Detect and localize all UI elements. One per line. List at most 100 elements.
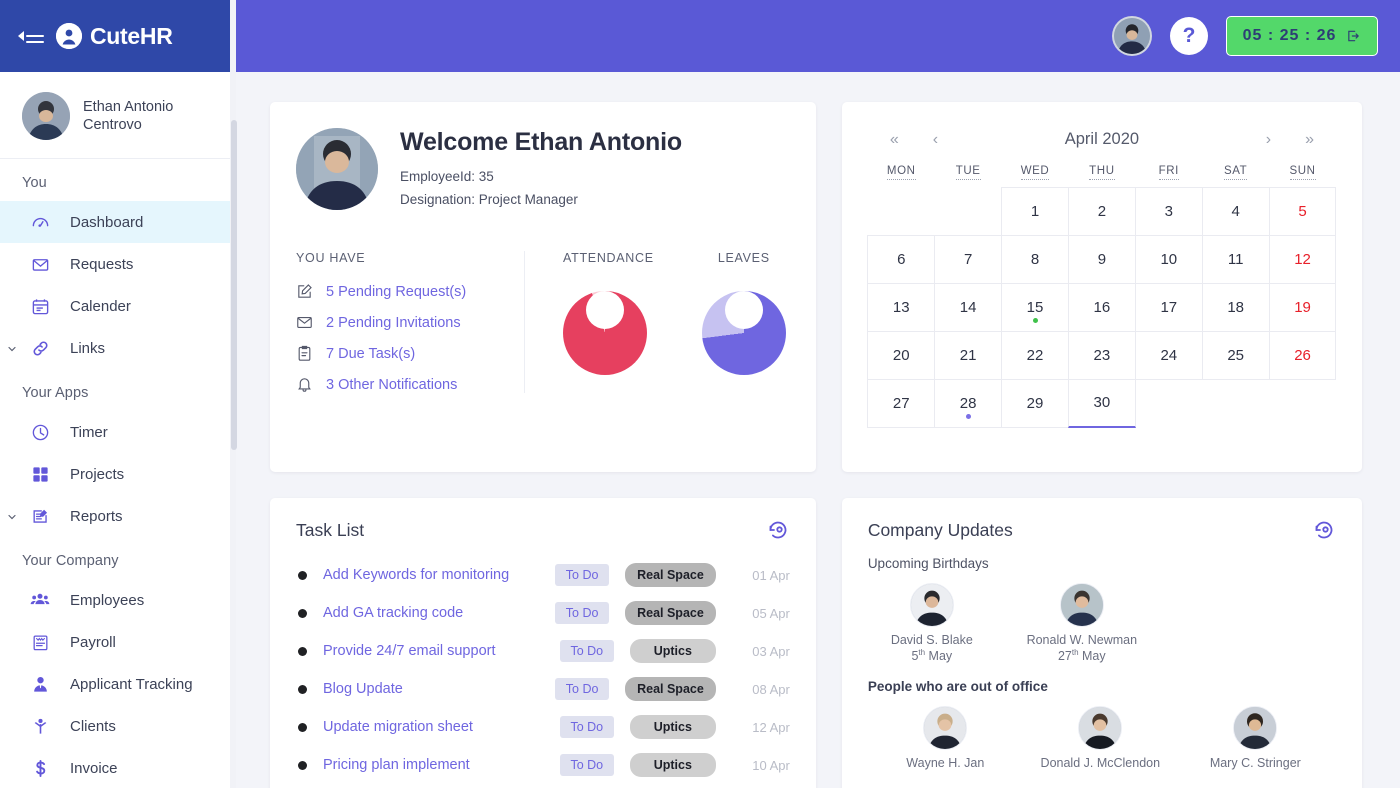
table-row[interactable]: Add GA tracking code To Do Real Space 05 Ap…: [296, 594, 790, 632]
notification-other[interactable]: 3 Other Notifications: [296, 376, 510, 393]
list-item[interactable]: Donald J. McClendon: [1033, 706, 1168, 771]
calendar-next-button[interactable]: ›: [1266, 131, 1271, 149]
task-name[interactable]: Provide 24/7 email support: [323, 643, 560, 659]
dollar-sign-icon: [22, 759, 58, 778]
calendar-day-13[interactable]: 13: [867, 282, 936, 332]
calendar-day-6[interactable]: 6: [867, 234, 936, 284]
calendar-day-7[interactable]: 7: [934, 234, 1003, 284]
sidebar-item-requests[interactable]: Requests: [0, 243, 235, 285]
sidebar-scrollbar-track[interactable]: [230, 0, 237, 788]
calendar-day-19[interactable]: 19: [1268, 282, 1337, 332]
status-badge: To Do: [555, 564, 610, 586]
calendar-day-29[interactable]: 29: [1001, 378, 1069, 428]
table-row[interactable]: Provide 24/7 email support To Do Uptics 03 …: [296, 632, 790, 670]
task-name[interactable]: Update migration sheet: [323, 719, 560, 735]
topbar-avatar[interactable]: [1112, 16, 1152, 56]
calendar-day-number: 13: [892, 298, 910, 316]
calendar-day-number: 19: [1294, 298, 1311, 316]
task-bullet-icon: [298, 570, 307, 580]
refresh-circle-icon[interactable]: [1312, 518, 1336, 542]
task-date: 01 Apr: [752, 567, 790, 583]
calendar-day-8[interactable]: 8: [1001, 234, 1069, 284]
calendar-day-10[interactable]: 10: [1134, 234, 1203, 284]
calendar-day-17[interactable]: 17: [1134, 282, 1203, 332]
notification-link[interactable]: 5 Pending Request(s): [326, 284, 466, 300]
calendar-day-25[interactable]: 25: [1201, 330, 1270, 380]
calendar-day-27[interactable]: 27: [867, 378, 936, 428]
sidebar-scrollbar-thumb[interactable]: [231, 120, 237, 450]
sidebar-item-links[interactable]: Links: [0, 327, 235, 369]
calendar-day-28[interactable]: 28: [934, 378, 1003, 428]
calendar-day-21[interactable]: 21: [934, 330, 1003, 380]
status-badge: To Do: [559, 640, 614, 662]
calendar-day-1[interactable]: 1: [1001, 186, 1069, 236]
calendar-day-20[interactable]: 20: [867, 330, 936, 380]
calendar-day-30[interactable]: 30: [1067, 378, 1136, 428]
calendar-cell-empty: [934, 187, 1002, 236]
edit-square-icon: [296, 283, 313, 300]
calendar-day-3[interactable]: 3: [1134, 186, 1203, 236]
calendar-header: « ‹ April 2020 › »: [868, 124, 1336, 149]
calendar-dow-mon: MON: [868, 165, 935, 181]
status-badge: To Do: [559, 716, 614, 738]
calendar-day-24[interactable]: 24: [1134, 330, 1203, 380]
calendar-day-2[interactable]: 2: [1067, 186, 1136, 236]
notification-link[interactable]: 7 Due Task(s): [326, 346, 415, 362]
calendar-first-button[interactable]: «: [890, 131, 899, 149]
timer-button[interactable]: 05 : 25 : 26: [1226, 16, 1378, 56]
notification-pending-requests[interactable]: 5 Pending Request(s): [296, 283, 510, 300]
sidebar-item-payroll[interactable]: Payroll: [0, 621, 235, 663]
sidebar-item-projects[interactable]: Projects: [0, 453, 235, 495]
sidebar-profile[interactable]: Ethan Antonio Centrovo: [0, 72, 235, 159]
calendar-day-16[interactable]: 16: [1067, 282, 1136, 332]
task-name[interactable]: Add Keywords for monitoring: [323, 567, 555, 583]
calendar-day-22[interactable]: 22: [1001, 330, 1069, 380]
calendar-last-button[interactable]: »: [1305, 131, 1314, 149]
person-name: Wayne H. Jan: [906, 756, 985, 771]
calendar-day-18[interactable]: 18: [1201, 282, 1270, 332]
list-item[interactable]: Ronald W. Newman 27th May: [1022, 583, 1142, 663]
notification-link[interactable]: 2 Pending Invitations: [326, 315, 461, 331]
task-name[interactable]: Pricing plan implement: [323, 757, 560, 773]
table-row[interactable]: Pricing plan implement To Do Uptics 10 Apr: [296, 746, 790, 784]
task-name[interactable]: Add GA tracking code: [323, 605, 555, 621]
envelope-icon: [296, 314, 313, 331]
calendar-day-14[interactable]: 14: [934, 282, 1003, 332]
table-row[interactable]: Blog Update To Do Real Space 08 Apr: [296, 670, 790, 708]
list-item[interactable]: Mary C. Stringer: [1188, 706, 1323, 771]
hamburger-collapse-icon[interactable]: [18, 26, 44, 46]
calendar-cell-empty: [1269, 379, 1337, 428]
calendar-day-number: 14: [959, 298, 977, 316]
sidebar-item-clients[interactable]: Clients: [0, 705, 235, 747]
notification-link[interactable]: 3 Other Notifications: [326, 377, 457, 393]
sidebar-item-calender[interactable]: Calender: [0, 285, 235, 327]
project-badge: Real Space: [625, 601, 716, 625]
notification-due-tasks[interactable]: 7 Due Task(s): [296, 345, 510, 362]
refresh-circle-icon[interactable]: [766, 518, 790, 542]
list-item[interactable]: Wayne H. Jan: [878, 706, 1013, 771]
table-row[interactable]: Add Keywords for monitoring To Do Real Spa…: [296, 556, 790, 594]
sidebar-item-employees[interactable]: Employees: [0, 579, 235, 621]
table-row[interactable]: Update migration sheet To Do Uptics 12 Apr: [296, 708, 790, 746]
chevron-down-icon[interactable]: [6, 342, 18, 354]
sidebar-item-reports[interactable]: Reports: [0, 495, 235, 537]
sidebar-item-timer[interactable]: Timer: [0, 411, 235, 453]
calendar-prev-button[interactable]: ‹: [933, 131, 938, 149]
brand-logo[interactable]: CuteHR: [56, 23, 173, 50]
calendar-day-12[interactable]: 12: [1268, 234, 1337, 284]
task-name[interactable]: Blog Update: [323, 681, 555, 697]
calendar-day-15[interactable]: 15: [1001, 282, 1069, 332]
sidebar-item-invoice[interactable]: Invoice: [0, 747, 235, 788]
sidebar-item-applicant-tracking[interactable]: Applicant Tracking: [0, 663, 235, 705]
calendar-day-23[interactable]: 23: [1067, 330, 1136, 380]
help-button[interactable]: ?: [1170, 17, 1208, 55]
calendar-day-26[interactable]: 26: [1268, 330, 1337, 380]
sidebar-item-dashboard[interactable]: Dashboard: [0, 201, 235, 243]
notification-pending-invitations[interactable]: 2 Pending Invitations: [296, 314, 510, 331]
calendar-day-11[interactable]: 11: [1201, 234, 1270, 284]
list-item[interactable]: David S. Blake 5th May: [872, 583, 992, 663]
chevron-down-icon[interactable]: [6, 510, 18, 522]
calendar-day-5[interactable]: 5: [1268, 186, 1337, 236]
calendar-day-9[interactable]: 9: [1067, 234, 1136, 284]
calendar-day-4[interactable]: 4: [1201, 186, 1270, 236]
